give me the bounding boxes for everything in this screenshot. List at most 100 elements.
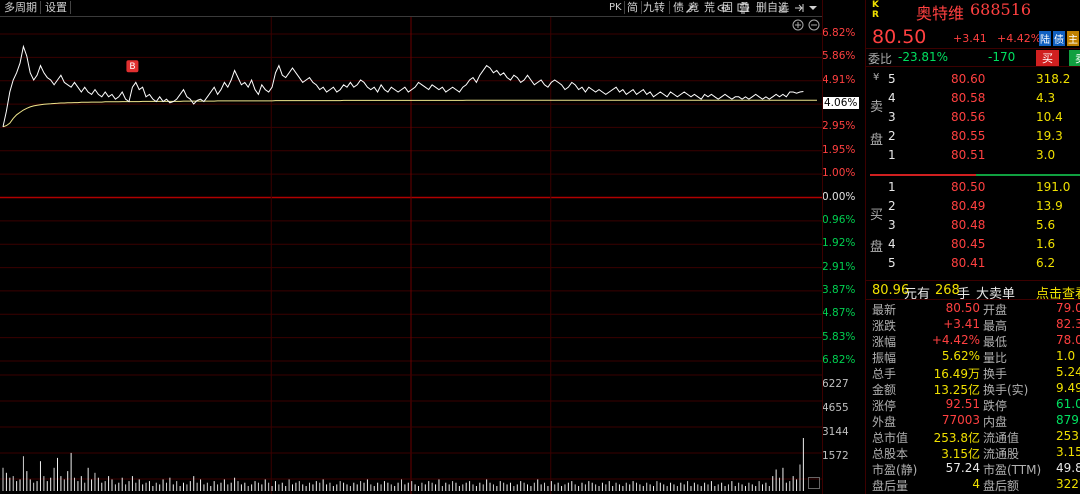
bid-level: 5 [888,256,896,270]
stat-value: 5.24 [1056,365,1080,379]
ask-volume: 19.3 [1036,129,1063,143]
bid-volume: 6.2 [1036,256,1056,270]
stat-label: 流通股 [983,447,1020,461]
stat-value: 5.62% [941,349,980,363]
eye-icon[interactable] [717,2,729,14]
stat-label: 换手(实) [983,383,1029,397]
stat-value: 80.50 [945,301,980,315]
chevron-down-icon[interactable] [808,3,818,13]
currency-symbol: ¥ [873,72,880,83]
buy-marker-label: B [129,62,135,72]
pk-button[interactable]: PK [609,0,622,15]
stat-label: 外盘 [872,415,897,429]
toolbar-divider [624,1,625,14]
settings-button[interactable]: 设置 [45,0,67,15]
stat-value: 57.24 [945,461,980,475]
volume-axis-label: 4655 [822,402,849,414]
sell-button[interactable]: 卖 [1069,50,1080,66]
tag-zhai[interactable]: 债 [1053,31,1065,46]
stat-value: 78.0 [1056,333,1080,347]
toolbar-divider [641,1,642,14]
stat-value: 8793 [1056,413,1080,427]
stat-label: 最低 [983,335,1008,349]
stat-value: 79.0 [1056,301,1080,315]
quote-panel: K R 奥特维 688516 80.50 +3.41 +4.42% 陆 债 主 … [866,0,1080,494]
weibi-value: -23.81% [898,50,949,64]
resize-handle[interactable] [808,477,820,489]
stat-label: 换手 [983,367,1008,381]
stat-value: 4 [972,477,980,491]
stat-label: 开盘 [983,303,1008,317]
volume-axis-label: 1572 [822,450,849,462]
asks-label-2: 盘 [870,133,884,148]
bid-volume: 1.6 [1036,237,1056,251]
pin-icon[interactable] [793,2,805,14]
stat-label: 总市值 [872,431,909,445]
screen-icon[interactable] [737,2,749,14]
stat-value: 13.25亿 [933,383,980,397]
chart-canvas: B [0,17,822,494]
side-label-k: K [872,0,879,10]
stat-value: 49.8 [1056,461,1080,475]
grid-lines [0,17,822,494]
bids-label-2: 盘 [870,240,884,255]
ask-volume: 318.2 [1036,72,1071,86]
stat-value: 61.0 [1056,397,1080,411]
asks-label-1: 卖 [870,100,884,115]
stat-value: 16.49万 [933,367,980,381]
axis-label: 0.96% [822,213,856,226]
toolbar-divider [70,1,71,14]
intraday-chart[interactable]: B [0,17,822,494]
bid-price: 80.48 [951,218,986,232]
stat-label: 量比 [983,351,1008,365]
stat-value: 92.51 [945,397,980,411]
bid-price: 80.41 [951,256,986,270]
stat-label: 盘后量 [872,479,909,493]
stat-value: 253.4 [1056,429,1080,443]
stat-label: 市盈(静) [872,463,918,477]
axis-label: 1.00% [822,167,856,180]
hand-icon[interactable] [777,2,789,14]
waste-button[interactable]: 荒 [704,0,715,15]
stat-value: 253.8亿 [933,431,980,445]
ask-price: 80.55 [951,129,986,143]
stat-label: 最高 [983,319,1008,333]
stat-label: 涨幅 [872,335,897,349]
bid-volume: 5.6 [1036,218,1056,232]
price-change: +3.41 [953,32,987,45]
stat-value: 82.3 [1056,317,1080,331]
ask-level: 2 [888,129,896,143]
stat-label: 涨跌 [872,319,897,333]
axis-label: 2.91% [822,260,856,273]
nine-turn-button[interactable]: 九转 [643,0,665,15]
axis-label: 0.00% [822,190,856,203]
pen-icon[interactable] [684,2,696,14]
bid-level: 2 [888,199,896,213]
ask-bid-divider-green [976,174,1080,176]
axis-label: 6.82% [822,354,856,366]
bid-volume: 13.9 [1036,199,1063,213]
stat-label: 振幅 [872,351,897,365]
axis-label: 1.95% [822,143,856,156]
simple-button[interactable]: 简 [627,0,638,15]
ask-volume: 3.0 [1036,148,1056,162]
toolbar-divider [669,1,670,14]
weicha-value: -170 [988,50,1016,64]
bond-button[interactable]: 债 [673,0,684,15]
ask-price: 80.58 [951,91,986,105]
panel-divider [822,0,823,494]
axis-label: 2.95% [822,120,856,133]
stat-label: 金额 [872,383,897,397]
stat-value: 3.15亿 [941,447,980,461]
multi-period-button[interactable]: 多周期 [4,0,37,15]
tag-zhu[interactable]: 主 [1067,31,1079,46]
bid-level: 1 [888,180,896,194]
ask-level: 3 [888,110,896,124]
stat-label: 内盘 [983,415,1008,429]
tag-lu[interactable]: 陆 [1039,31,1051,46]
stat-value: +4.42% [931,333,980,347]
volume-axis-label: 6227 [822,378,849,390]
axis-label: 3.87% [822,283,856,296]
bid-level: 4 [888,237,896,251]
buy-button[interactable]: 买 [1036,50,1059,66]
